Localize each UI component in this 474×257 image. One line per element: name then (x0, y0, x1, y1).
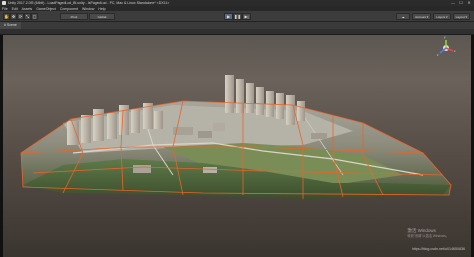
scale-tool-icon[interactable]: ⤡ (24, 13, 31, 20)
gizmo-y-label: y (444, 35, 446, 39)
step-button[interactable]: ▶| (242, 13, 251, 20)
move-tool-icon[interactable]: ✥ (10, 13, 17, 20)
menu-file[interactable]: File (2, 7, 8, 11)
unity-app-icon (2, 1, 6, 5)
hand-tool-icon[interactable]: ✋ (3, 13, 10, 20)
window-title: Unity 2017.2.0f3 (64bit) - LoadPagedLod_… (8, 1, 170, 5)
menu-edit[interactable]: Edit (12, 7, 18, 11)
layout-dropdown[interactable]: Layout ▾ (452, 13, 470, 20)
pivot-toggle[interactable]: Pivot (60, 13, 88, 20)
menu-component[interactable]: Component (60, 7, 78, 11)
menu-gameobject[interactable]: GameObject (36, 7, 56, 11)
rect-tool-icon[interactable]: ▢ (31, 13, 38, 20)
scene-orientation-gizmo[interactable]: y x z (437, 35, 456, 57)
cloud-icon[interactable]: ☁ (396, 13, 411, 20)
gizmo-z-label: z (437, 53, 439, 57)
account-dropdown[interactable]: Account ▾ (412, 13, 432, 20)
toolbar-right: ☁ Account ▾ Layers ▾ Layout ▾ (396, 13, 470, 20)
menu-help[interactable]: Help (98, 7, 105, 11)
rotate-tool-icon[interactable]: ⟳ (17, 13, 24, 20)
city-model-render (20, 75, 452, 199)
layers-dropdown[interactable]: Layers ▾ (433, 13, 451, 20)
gizmo-x-label: x (454, 49, 456, 53)
menu-assets[interactable]: Assets (22, 7, 33, 11)
watermark-subtitle: 转到"设置"以激活 Windows。 (407, 233, 449, 238)
windows-activation-watermark: 激活 Windows 转到"设置"以激活 Windows。 (407, 228, 449, 239)
csdn-watermark-url: https://blog.csdn.net/u014650836 (411, 247, 465, 251)
scene-canvas[interactable]: y x z 激活 Windows 转到"设置"以激活 Windows。 http… (3, 35, 471, 257)
menu-window[interactable]: Window (82, 7, 94, 11)
play-button[interactable]: ▶ (224, 13, 233, 20)
scene-view: # Scene y x z 激活 Windows 转到"设置"以激活 Windo… (0, 22, 474, 257)
axis-gizmo-icon (439, 40, 454, 54)
transform-tools: ✋ ✥ ⟳ ⤡ ▢ (3, 13, 38, 20)
scene-tabbar: # Scene (0, 22, 474, 29)
global-toggle[interactable]: Global (89, 13, 115, 20)
toolbar: ✋ ✥ ⟳ ⤡ ▢ Pivot Global ▶ ❚❚ ▶| ☁ Account… (0, 11, 474, 22)
play-controls: ▶ ❚❚ ▶| (224, 13, 251, 20)
pause-button[interactable]: ❚❚ (233, 13, 242, 20)
tab-scene[interactable]: # Scene (0, 22, 21, 29)
